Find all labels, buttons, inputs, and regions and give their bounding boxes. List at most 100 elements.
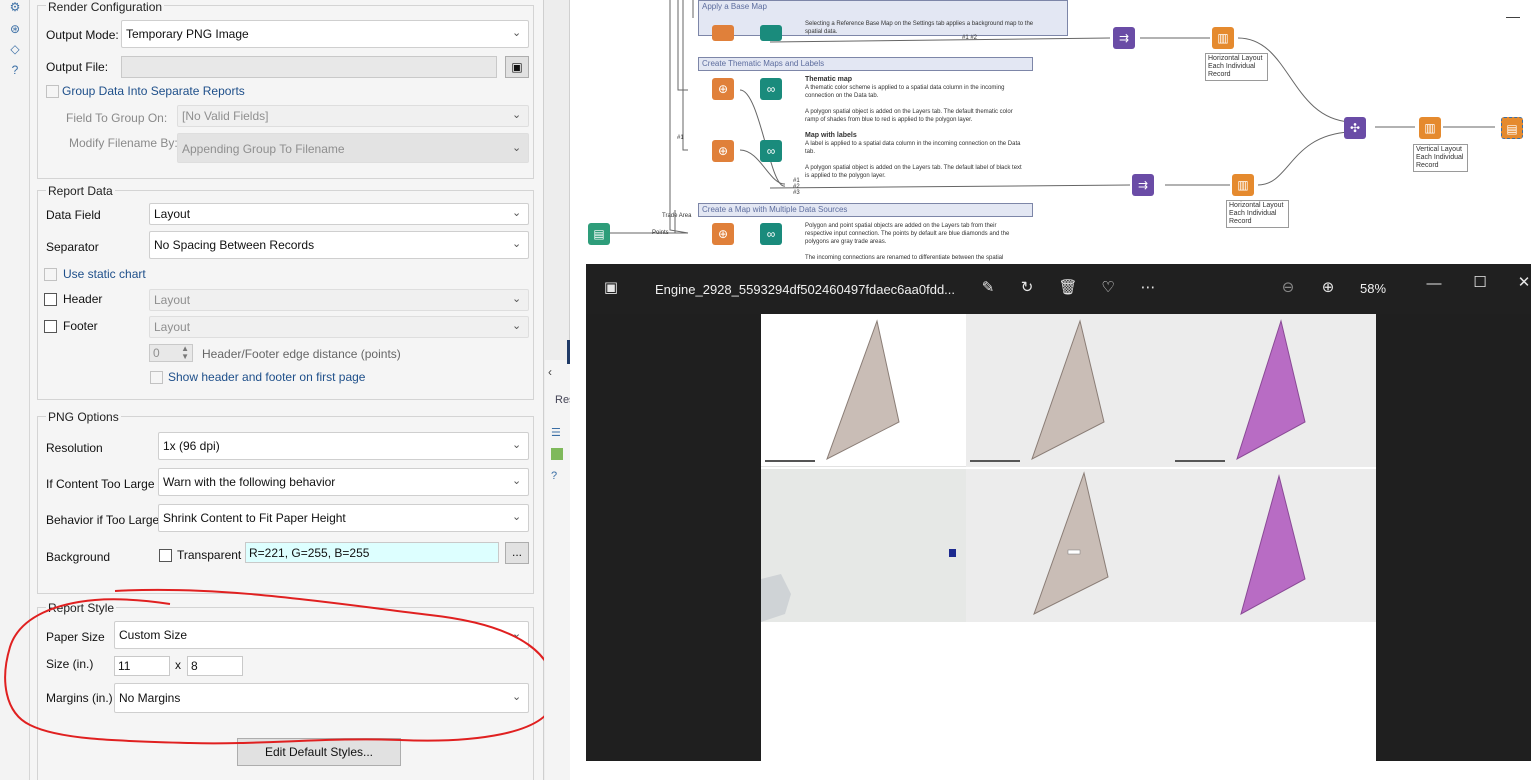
map-tile [966,314,1171,467]
delete-icon[interactable]: 🗑 [1058,278,1078,298]
triangle-shape [970,319,1105,462]
multiple-desc-2: The incoming connections are renamed to … [805,255,1004,261]
join-icon: ✣ [1349,121,1361,135]
minimize-icon[interactable]: — [1506,8,1520,24]
thematic-desc-1: A thematic color scheme is applied to a … [805,85,1005,99]
map-tile [1171,314,1376,467]
rotate-icon[interactable]: ↻ [1017,278,1037,298]
modify-filename-value: Appending Group To Filename [182,142,345,156]
heart-icon[interactable]: ♡ [1098,278,1118,298]
thematic-desc-2: A polygon spatial object is added on the… [805,109,1013,123]
tag-icon[interactable]: ◇ [8,42,22,56]
triangle-shape [1175,319,1306,462]
edit-image-icon[interactable]: ✎ [978,278,998,298]
static-chart-label: Use static chart [63,267,146,281]
group-data-label: Group Data Into Separate Reports [62,84,245,98]
transparent-label: Transparent [177,548,242,562]
connection-icon[interactable]: ⊛ [8,22,22,36]
edge-distance-label: Header/Footer edge distance (points) [202,347,401,361]
data-field-dropdown[interactable]: Layout ⌄ [149,203,529,225]
stepper-arrows-icon[interactable]: ▲ ▼ [181,345,189,361]
header-checkbox[interactable] [44,293,57,306]
report-data-group: Report Data Data Field Layout ⌄ Separato… [37,184,534,400]
browse-tool[interactable]: ∞ [760,140,782,162]
chevron-down-icon: ⌄ [512,27,522,39]
separator-value: No Spacing Between Records [154,238,315,252]
layout-tool[interactable]: ▥ [1212,27,1234,49]
table-icon[interactable] [551,448,563,460]
map-tool[interactable] [712,25,734,41]
render-tool[interactable]: ▤ [1501,117,1523,139]
resolution-value: 1x (96 dpi) [163,439,220,453]
group-title: Report Data [46,184,115,198]
union-tool[interactable]: ⇉ [1113,27,1135,49]
group-title: PNG Options [46,410,121,424]
gear-icon[interactable]: ⚙ [8,0,22,14]
join-tool[interactable]: ✣ [1344,117,1366,139]
help-icon[interactable]: ? [551,470,557,482]
layout-icon: ▥ [1237,178,1249,192]
separator-dropdown[interactable]: No Spacing Between Records ⌄ [149,231,529,259]
edge-distance-stepper[interactable]: 0 ▲ ▼ [149,344,193,362]
layout-tool[interactable]: ▥ [1419,117,1441,139]
color-picker-button[interactable]: ... [505,542,529,564]
maximize-window-icon[interactable]: ☐ [1470,273,1490,293]
modify-filename-label: Modify Filename By: [69,136,178,150]
static-chart-checkbox[interactable] [44,268,57,281]
footer-checkbox[interactable] [44,320,57,333]
footer-dropdown[interactable]: Layout ⌄ [149,316,529,338]
rendered-image [761,314,1376,761]
save-file-button[interactable]: ▣ [505,56,529,78]
help-icon[interactable]: ? [8,63,22,77]
transparent-checkbox[interactable] [159,549,172,562]
field-to-group-value: [No Valid Fields] [182,109,269,123]
thematic-container[interactable]: Create Thematic Maps and Labels [698,57,1033,71]
input-data-tool[interactable]: ▤ [588,223,610,245]
minimize-window-icon[interactable]: — [1424,274,1444,294]
image-icon: ▣ [603,279,619,296]
horizontal-layout-label: Horizontal Layout Each Individual Record [1205,53,1268,81]
multiple-sources-container[interactable]: Create a Map with Multiple Data Sources [698,203,1033,217]
thematic-title: Thematic map [805,76,853,83]
map-tool[interactable]: ⊕ [712,78,734,100]
globe-icon: ⊕ [717,227,729,241]
browse-tool[interactable]: ∞ [760,223,782,245]
map-tool[interactable]: ⊕ [712,140,734,162]
resolution-label: Resolution [46,441,103,455]
zoom-in-icon[interactable]: ⊕ [1318,278,1338,298]
collapse-left-icon[interactable]: ‹ [548,365,552,379]
show-first-page-label: Show header and footer on first page [168,370,366,384]
data-field-label: Data Field [46,208,101,222]
modify-filename-dropdown[interactable]: Appending Group To Filename ⌄ [177,133,529,163]
list-icon[interactable]: ☰ [551,426,561,439]
output-mode-dropdown[interactable]: Temporary PNG Image ⌄ [121,20,529,48]
output-file-input[interactable] [121,56,497,78]
header-value: Layout [154,293,191,307]
map-tile [761,469,966,622]
map-tool[interactable]: ⊕ [712,223,734,245]
layout-tool[interactable]: ▥ [1232,174,1254,196]
group-data-checkbox[interactable] [46,85,59,98]
union-icon: ⇉ [1118,31,1130,45]
background-color-field[interactable]: R=221, G=255, B=255 [245,542,499,563]
field-to-group-dropdown[interactable]: [No Valid Fields] ⌄ [177,105,529,127]
data-field-value: Layout [154,207,191,221]
close-window-icon[interactable]: ✕ [1514,273,1531,293]
browse-tool[interactable] [760,25,782,41]
book-icon: ▤ [593,227,605,241]
chevron-down-icon: ⌄ [512,475,522,487]
output-mode-value: Temporary PNG Image [126,27,249,41]
more-icon[interactable]: ⋯ [1138,278,1158,298]
union-tool[interactable]: ⇉ [1132,174,1154,196]
too-large-dropdown[interactable]: Warn with the following behavior ⌄ [158,468,529,496]
header-dropdown[interactable]: Layout ⌄ [149,289,529,311]
background-label: Background [46,550,111,564]
show-first-page-checkbox[interactable] [150,371,163,384]
zoom-out-icon[interactable]: ⊖ [1278,278,1298,298]
browse-tool[interactable]: ∞ [760,78,782,100]
chevron-down-icon: ⌄ [512,207,522,219]
output-file-label: Output File: [46,60,109,74]
footer-label: Footer [63,319,98,333]
resolution-dropdown[interactable]: 1x (96 dpi) ⌄ [158,432,529,460]
behavior-dropdown[interactable]: Shrink Content to Fit Paper Height ⌄ [158,504,529,532]
